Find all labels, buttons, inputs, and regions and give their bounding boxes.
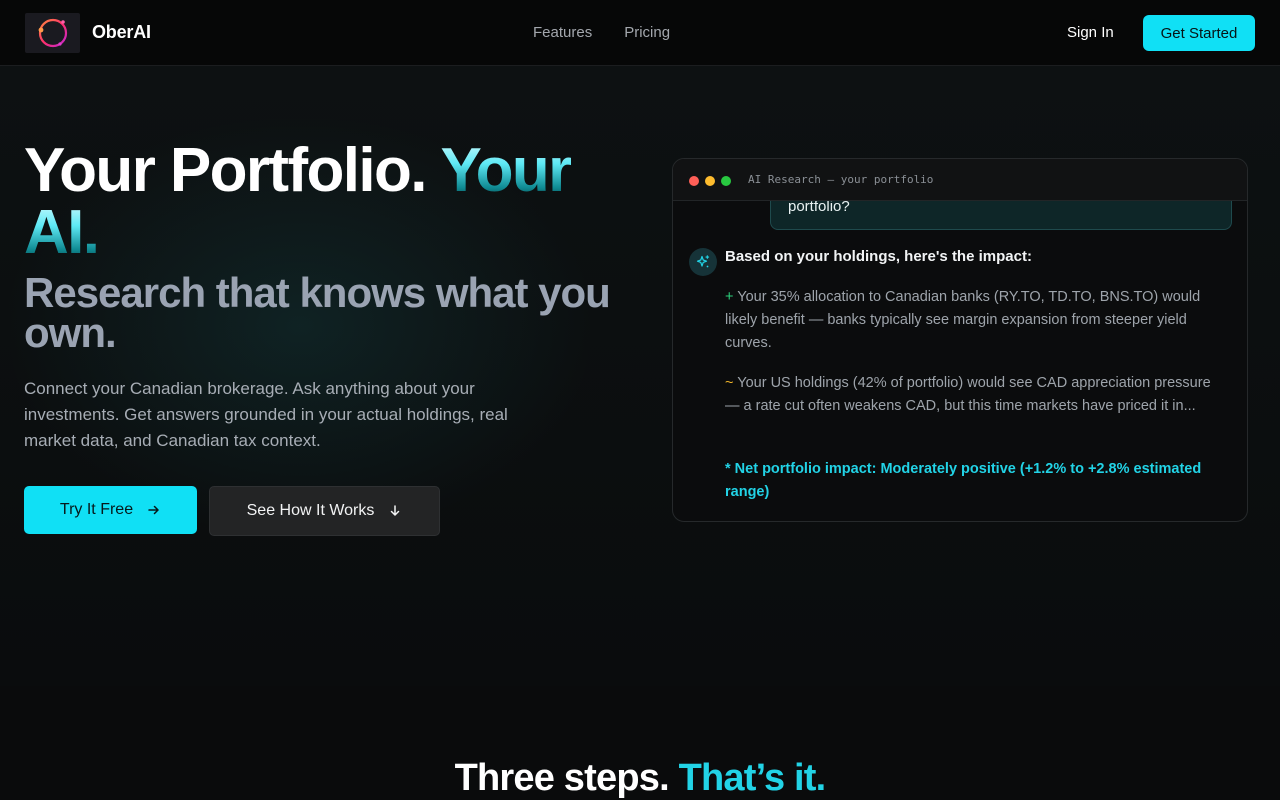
hero-subtitle: Research that knows what you own. [24, 269, 611, 356]
hero-title-main: Your Portfolio. [24, 136, 428, 205]
steps-title-main: Three steps. [454, 757, 670, 799]
neutral-marker: ~ [725, 375, 734, 391]
window-minimize-dot[interactable] [705, 176, 715, 186]
sign-in-link[interactable]: Sign In [1067, 24, 1114, 41]
logo-ring-icon [38, 18, 67, 48]
steps-title-accent: That’s it. [678, 757, 827, 799]
ai-point-us-holdings-text: Your US holdings (42% of portfolio) woul… [725, 375, 1211, 414]
hero-description: Connect your Canadian brokerage. Ask any… [24, 379, 508, 450]
window-close-dot[interactable] [689, 176, 699, 186]
logo[interactable] [25, 13, 80, 53]
try-it-free-label: Try It Free [59, 501, 134, 518]
ai-point-banks-text: Your 35% allocation to Canadian banks (R… [725, 289, 1201, 351]
sparkle-icon [696, 255, 710, 268]
nav-link-features[interactable]: Features [533, 24, 592, 41]
try-it-free-button[interactable]: Try It Free [24, 486, 197, 534]
ai-point-banks: + Your 35% allocation to Canadian banks … [725, 286, 1225, 355]
panel-title: AI Research — your portfolio [748, 173, 934, 186]
steps-section-title: Three steps. That’s it. [0, 757, 1280, 800]
see-how-it-works-button[interactable]: See How It Works [209, 486, 440, 536]
ai-research-panel: portfolio? AI Research — your portfolio … [672, 158, 1248, 522]
positive-marker: + [725, 289, 734, 305]
get-started-button[interactable]: Get Started [1143, 15, 1255, 51]
ai-avatar [689, 248, 717, 276]
ai-point-us-holdings: ~ Your US holdings (42% of portfolio) wo… [725, 372, 1225, 418]
see-how-it-works-label: See How It Works [246, 502, 375, 519]
ai-response-heading: Based on your holdings, here's the impac… [725, 248, 1032, 265]
net-impact-summary: * Net portfolio impact: Moderately posit… [725, 461, 1202, 500]
nav-link-pricing[interactable]: Pricing [624, 24, 670, 41]
top-nav: OberAI Features Pricing Sign In Get Star… [0, 0, 1280, 66]
arrow-right-icon [148, 505, 159, 515]
brand-name[interactable]: OberAI [92, 22, 151, 43]
panel-header: AI Research — your portfolio [673, 159, 1247, 201]
arrow-down-icon [391, 505, 400, 516]
window-maximize-dot[interactable] [721, 176, 731, 186]
hero-title: Your Portfolio. Your AI. [24, 140, 624, 264]
nav-links: Features Pricing [533, 24, 670, 41]
